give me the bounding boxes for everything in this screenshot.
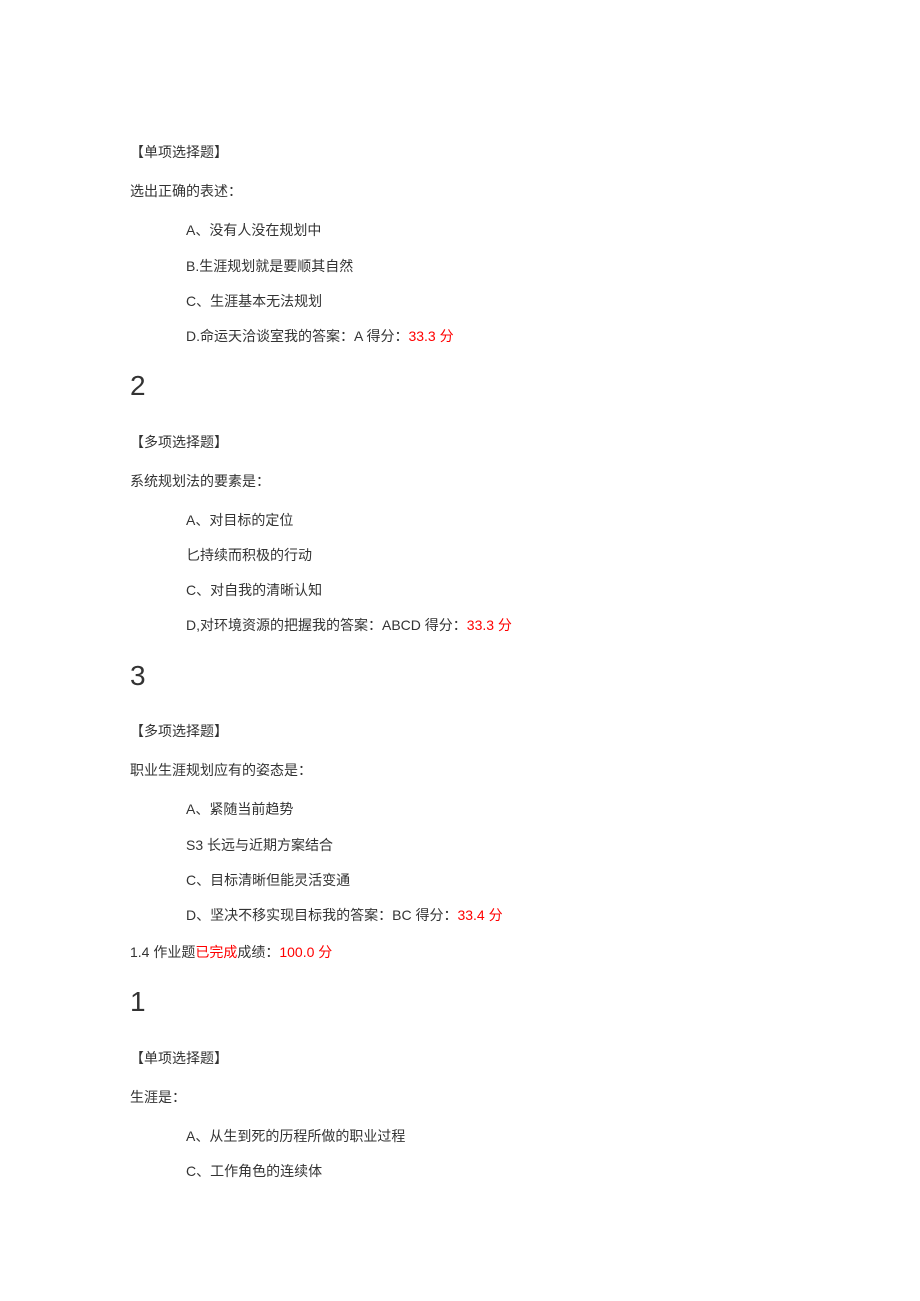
q2-option-a: A、对目标的定位: [186, 508, 790, 533]
section-score-label: 成绩：: [237, 944, 279, 960]
question-4-text: 生涯是：: [130, 1085, 790, 1110]
section-score-value: 100.0: [279, 944, 318, 960]
q1-option-b: B.生涯规划就是要顺其自然: [186, 254, 790, 279]
question-3-text: 职业生涯规划应有的姿态是：: [130, 758, 790, 783]
q3-option-a: A、紧随当前趋势: [186, 797, 790, 822]
q4-option-a: A、从生到死的历程所做的职业过程: [186, 1124, 790, 1149]
section-title: 作业题: [153, 944, 195, 960]
question-number-3: 3: [130, 651, 790, 701]
question-2-text: 系统规划法的要素是：: [130, 469, 790, 494]
q1-option-a: A、没有人没在规划中: [186, 218, 790, 243]
question-1-type: 【单项选择题】: [130, 140, 790, 165]
q3-option-c: C、目标清晰但能灵活变通: [186, 868, 790, 893]
question-3-type: 【多项选择题】: [130, 719, 790, 744]
q2-option-b: 匕持续而积极的行动: [186, 543, 790, 568]
q3-option-d-text: D、坚决不移实现目标我的答案：BC 得分：: [186, 907, 457, 923]
q1-option-c: C、生涯基本无法规划: [186, 289, 790, 314]
q1-score: 33.3 分: [408, 328, 453, 344]
q1-option-d: D.命运天洽谈室我的答案：A 得分：33.3 分: [186, 324, 790, 349]
question-number-1b: 1: [130, 977, 790, 1027]
q2-option-d: D,对环境资源的把握我的答案：ABCD 得分：33.3 分: [186, 613, 790, 638]
section-header: 1.4 作业题已完成成绩：100.0 分: [130, 940, 790, 965]
section-score-unit: 分: [318, 944, 332, 960]
section-done: 已完成: [195, 944, 237, 960]
question-number-2: 2: [130, 361, 790, 411]
q2-score: 33.3 分: [467, 617, 512, 633]
question-4-type: 【单项选择题】: [130, 1046, 790, 1071]
q4-option-c: C、工作角色的连续体: [186, 1159, 790, 1184]
question-1-text: 选出正确的表述：: [130, 179, 790, 204]
q3-option-d: D、坚决不移实现目标我的答案：BC 得分：33.4 分: [186, 903, 790, 928]
q3-score: 33.4 分: [457, 907, 502, 923]
section-prefix: 1.4: [130, 944, 153, 960]
question-2-type: 【多项选择题】: [130, 430, 790, 455]
q1-option-d-text: D.命运天洽谈室我的答案：A 得分：: [186, 328, 408, 344]
q3-option-b: S3 长远与近期方案结合: [186, 833, 790, 858]
q2-option-d-text: D,对环境资源的把握我的答案：ABCD 得分：: [186, 617, 467, 633]
q2-option-c: C、对自我的清晰认知: [186, 578, 790, 603]
